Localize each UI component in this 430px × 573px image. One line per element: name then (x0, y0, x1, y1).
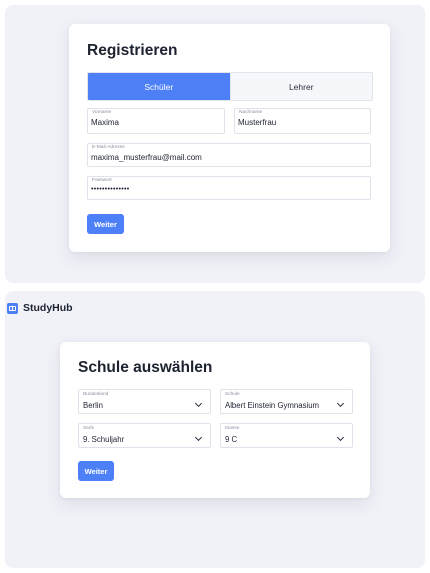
grade-level-value: 9. Schuljahr (83, 435, 125, 444)
registration-next-button[interactable]: Weiter (87, 214, 124, 234)
school-label: Schule (225, 392, 240, 397)
school-next-button[interactable]: Weiter (78, 461, 114, 481)
registration-panel: Registrieren Schüler Lehrer Vorname Nach… (5, 5, 425, 283)
school-selection-panel: StudyHub Schule auswählen Bundesland Ber… (5, 291, 425, 568)
grade-level-select[interactable]: Stufe 9. Schuljahr (78, 423, 211, 448)
school-selection-title: Schule auswählen (78, 359, 213, 376)
last-name-field: Nachname (234, 108, 371, 134)
password-input[interactable] (91, 186, 365, 193)
book-icon (7, 302, 18, 314)
state-value: Berlin (83, 401, 103, 410)
email-label: E-Mail-Adresse (92, 145, 125, 150)
registration-card: Registrieren Schüler Lehrer Vorname Nach… (69, 24, 390, 252)
chevron-down-icon (336, 433, 345, 442)
last-name-label: Nachname (239, 110, 263, 115)
chevron-down-icon (194, 433, 203, 442)
password-field: Passwort (87, 176, 371, 200)
state-label: Bundesland (83, 392, 109, 397)
grade-level-label: Stufe (83, 426, 95, 431)
brand-name: StudyHub (23, 302, 73, 314)
first-name-label: Vorname (92, 110, 112, 115)
role-teacher-tab[interactable]: Lehrer (229, 73, 372, 100)
email-input[interactable] (91, 153, 365, 162)
first-name-input[interactable] (91, 118, 219, 127)
role-toggle: Schüler Lehrer (87, 72, 373, 101)
school-select[interactable]: Schule Albert Einstein Gymnasium (220, 389, 353, 414)
studyhub-logo: StudyHub (7, 302, 73, 314)
class-label: Klasse (225, 426, 240, 431)
state-select[interactable]: Bundesland Berlin (78, 389, 211, 414)
class-select[interactable]: Klasse 9 C (220, 423, 353, 448)
email-field: E-Mail-Adresse (87, 143, 371, 167)
password-label: Passwort (92, 178, 112, 183)
registration-title: Registrieren (87, 42, 178, 59)
chevron-down-icon (336, 399, 345, 408)
first-name-field: Vorname (87, 108, 225, 134)
role-student-tab[interactable]: Schüler (88, 73, 230, 100)
class-value: 9 C (225, 435, 238, 444)
school-selection-card: Schule auswählen Bundesland Berlin Schul… (60, 342, 370, 498)
chevron-down-icon (194, 399, 203, 408)
school-value: Albert Einstein Gymnasium (225, 401, 320, 410)
last-name-input[interactable] (238, 118, 365, 127)
